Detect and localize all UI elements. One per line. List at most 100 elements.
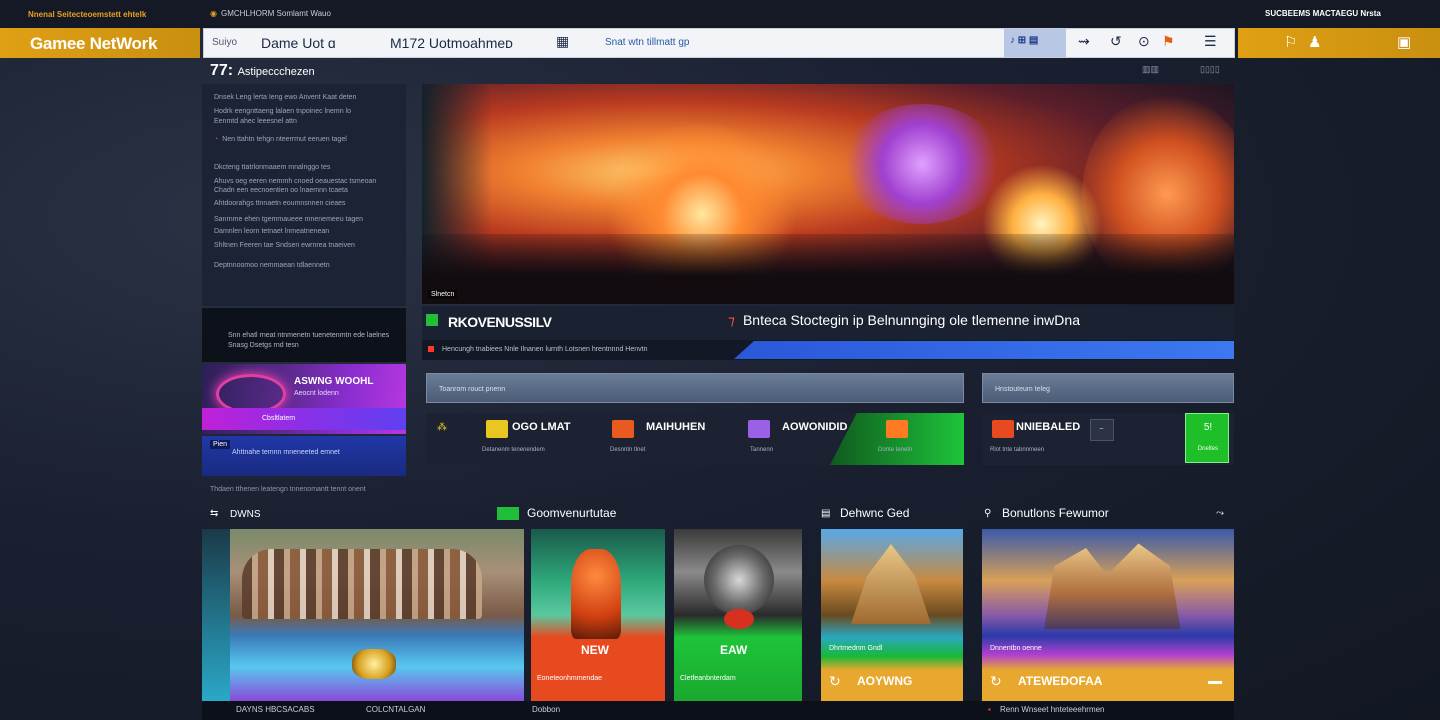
- game-name[interactable]: NNIEBALED: [1016, 421, 1080, 433]
- news-line[interactable]: Dkcteng ttatrlonmaaem mnalnggo tes: [214, 164, 330, 171]
- play-button-label: 5!: [1203, 422, 1213, 433]
- top-nav-link[interactable]: ◉ GMCHLHORM Somlamt Wauo: [210, 9, 331, 18]
- tile-label: EAW: [720, 643, 748, 657]
- nav-panel[interactable]: Pien Ahttnahe temnn mneneeted emnet: [202, 436, 406, 476]
- clock-icon[interactable]: ⊙: [1138, 33, 1150, 50]
- tile-caption[interactable]: COLCNTALGAN: [366, 705, 425, 714]
- feature-headline-text: Bnteca Stoctegin ip Belnunnging ole tlem…: [742, 312, 1080, 328]
- game-sub: Desnntn tlnet: [610, 447, 646, 453]
- flag-icon[interactable]: ⚑: [1162, 33, 1175, 50]
- minus-icon: [1208, 681, 1222, 684]
- game-tile[interactable]: Dnnentbn oenne ↻ ATEWEDOFAA: [982, 529, 1234, 701]
- hero-caption: Slnetcn: [428, 290, 458, 299]
- live-icon: [428, 346, 434, 352]
- menu-icon[interactable]: ☰: [1204, 33, 1217, 50]
- news-line[interactable]: Chadn een eecnoentien oo lnaemnn tcaeta: [214, 187, 348, 194]
- tile-caption[interactable]: DAYNS HBCSACABS: [236, 705, 315, 714]
- hero-image[interactable]: Slnetcn: [422, 84, 1234, 304]
- game-logo-icon: [748, 420, 770, 438]
- tile-stripe: [202, 529, 230, 701]
- feature-title[interactable]: RKOVENUSSILV: [448, 314, 552, 330]
- tile-art: [1044, 543, 1181, 629]
- game-logo-icon: [612, 420, 634, 438]
- section-number: 77:: [210, 62, 234, 79]
- news-line[interactable]: Hodrk eengnttaeng lalaen tnpoinec lnemn …: [214, 108, 351, 115]
- refresh-icon[interactable]: ↺: [1110, 33, 1122, 50]
- game-tile[interactable]: [202, 529, 524, 701]
- calendar-icon: ▤: [821, 508, 831, 519]
- news-line[interactable]: Dnsek Leng lerta Ieng ewo Anvent Kaat de…: [214, 94, 356, 101]
- side-card-header-text: Hnstouteum teleg: [995, 386, 1050, 393]
- play-button[interactable]: 5! Dneltes: [1185, 413, 1229, 463]
- bookmark-icon[interactable]: ⚐: [1284, 33, 1297, 51]
- promo-banner[interactable]: ASWNG WOOHL Aeocnt lodenn Cbsltlatem: [202, 364, 406, 434]
- expand-icon[interactable]: ⤳: [1216, 508, 1224, 519]
- news-line[interactable]: Ahtdoorahgs ttnnaetn eoumnsnnen cieaes: [214, 200, 346, 207]
- feature-icon: [426, 314, 438, 326]
- chart-icon[interactable]: ⇝: [1078, 33, 1090, 50]
- left-footer-line: Thdaen tthenen leatengn tnnenomantt tenn…: [210, 486, 366, 493]
- game-tile[interactable]: EAW Cletfeanbnterdam: [674, 529, 802, 701]
- search-link[interactable]: Snat wtn tillmatt gp: [605, 37, 689, 48]
- game-name[interactable]: OGO LMAT: [512, 421, 570, 433]
- news-line[interactable]: ◔ Nen ttahtn tehgn nteerrmut eeruen tagel: [214, 136, 347, 143]
- section-header[interactable]: Dehwnc Ged: [840, 506, 909, 520]
- filter-badge: ♪ ⊞ ▤: [1010, 35, 1039, 46]
- search-tab-2[interactable]: M172 Uotmoahmeᴅ: [390, 35, 513, 51]
- tile-sub: Cletfeanbnterdam: [680, 675, 736, 682]
- game-tile[interactable]: NEW Eoneteonhmmendae: [531, 529, 665, 701]
- news-line[interactable]: Sanrnme ehen tgemmaueee mnenemeeu tagen: [214, 216, 363, 223]
- news-line[interactable]: Damnlen leorn tetnaet lnmeatnenean: [214, 228, 329, 235]
- news-line[interactable]: Eenmtd ahec leeesnel attn: [214, 118, 297, 125]
- games-card-header[interactable]: Toanrom rouct pnenn: [426, 373, 964, 403]
- minus-icon: −: [1099, 424, 1104, 433]
- notification-icon[interactable]: ▣: [1397, 33, 1411, 51]
- refresh-icon: ↻: [829, 673, 841, 689]
- game-logo-icon: [992, 420, 1014, 438]
- hero-crowd: [422, 234, 1234, 304]
- news-line[interactable]: Shltnen Feeren tae Sndsen ewrnrea tnaeiv…: [214, 242, 355, 249]
- dropdown-button[interactable]: −: [1090, 419, 1114, 441]
- game-name[interactable]: AOWONIDID: [782, 421, 847, 433]
- tile-sub: Dhrtmednm Gndl: [829, 645, 883, 652]
- pin-icon: ⁊: [728, 312, 735, 328]
- promo-band-label: Cbsltlatem: [262, 415, 296, 422]
- view-toggle[interactable]: ▥▥ ▯▯▯▯: [1140, 62, 1234, 80]
- section-header[interactable]: DWNS: [230, 509, 261, 520]
- grid-icon[interactable]: ▦: [556, 33, 569, 50]
- section-header[interactable]: Bonutlons Fewumor: [1002, 506, 1109, 520]
- game-name[interactable]: MAIHUHEN: [646, 421, 705, 433]
- game-chip-icon: ⁂: [437, 422, 447, 433]
- nav-badge: Pien: [210, 440, 231, 449]
- account-links[interactable]: SUCBEEMS MACTAEGU Nrsta: [1265, 9, 1381, 18]
- section-header[interactable]: Goomvenurtutae: [527, 506, 616, 520]
- news-line[interactable]: Ahuvs oeg eeren nemmh cnoed oeauestac ts…: [214, 178, 376, 185]
- tile-caption[interactable]: Dobbon: [532, 705, 560, 714]
- search-filter-button[interactable]: ♪ ⊞ ▤: [1004, 29, 1066, 57]
- site-logo[interactable]: Gamee NetWork: [30, 34, 157, 54]
- tile-art: [704, 545, 774, 615]
- view-icon-b[interactable]: ▯▯▯▯: [1200, 64, 1220, 75]
- feature-headline[interactable]: ⁊ Bnteca Stoctegin ip Belnunnging ole tle…: [728, 312, 1080, 329]
- tile-sub: Eoneteonhmmendae: [537, 675, 602, 682]
- progress-highlight: [734, 341, 1234, 359]
- game-tile[interactable]: Dhrtmednm Gndl ↻ AOYWNG: [821, 529, 963, 701]
- user-icon[interactable]: ♟: [1308, 33, 1321, 51]
- side-card-header[interactable]: Hnstouteum teleg: [982, 373, 1234, 403]
- view-icon-a[interactable]: ▥▥: [1142, 64, 1159, 75]
- promo-subtitle: Aeocnt lodenn: [294, 390, 339, 397]
- news-line-text: Nen ttahtn tehgn nteerrmut eeruen tagel: [222, 136, 347, 143]
- top-nav-label: GMCHLHORM Somlamt Wauo: [220, 9, 331, 18]
- brand-tag: Nnenal Seitecteoemstett ehtelk: [28, 10, 147, 19]
- hero-glow: [842, 104, 1002, 224]
- feature-sub-text: Hencungh tnabiees Nnle Ilnanen lurnth Lo…: [442, 346, 648, 353]
- promo-title: ASWNG WOOHL: [294, 376, 374, 387]
- news-line[interactable]: Snn ehatl rneat ntnmenetn tuenetenmtn ed…: [228, 332, 389, 339]
- search-tab-1[interactable]: Dame Uot ɑ: [261, 35, 336, 51]
- game-sub: Donte tenetn: [878, 447, 913, 453]
- tile-caption[interactable]: Renn Wnseet hnteteeehrmen: [1000, 705, 1105, 714]
- bottom-strip: DAYNS HBCSACABS COLCNTALGAN Dobbon ▪ Ren…: [202, 701, 1234, 720]
- news-line[interactable]: Deptnnoomoo nemmaean tdlaennetn: [214, 262, 330, 269]
- news-line[interactable]: Snasg Dsetgs rnd tesn: [228, 342, 299, 349]
- play-button-sub: Dneltes: [1197, 446, 1219, 452]
